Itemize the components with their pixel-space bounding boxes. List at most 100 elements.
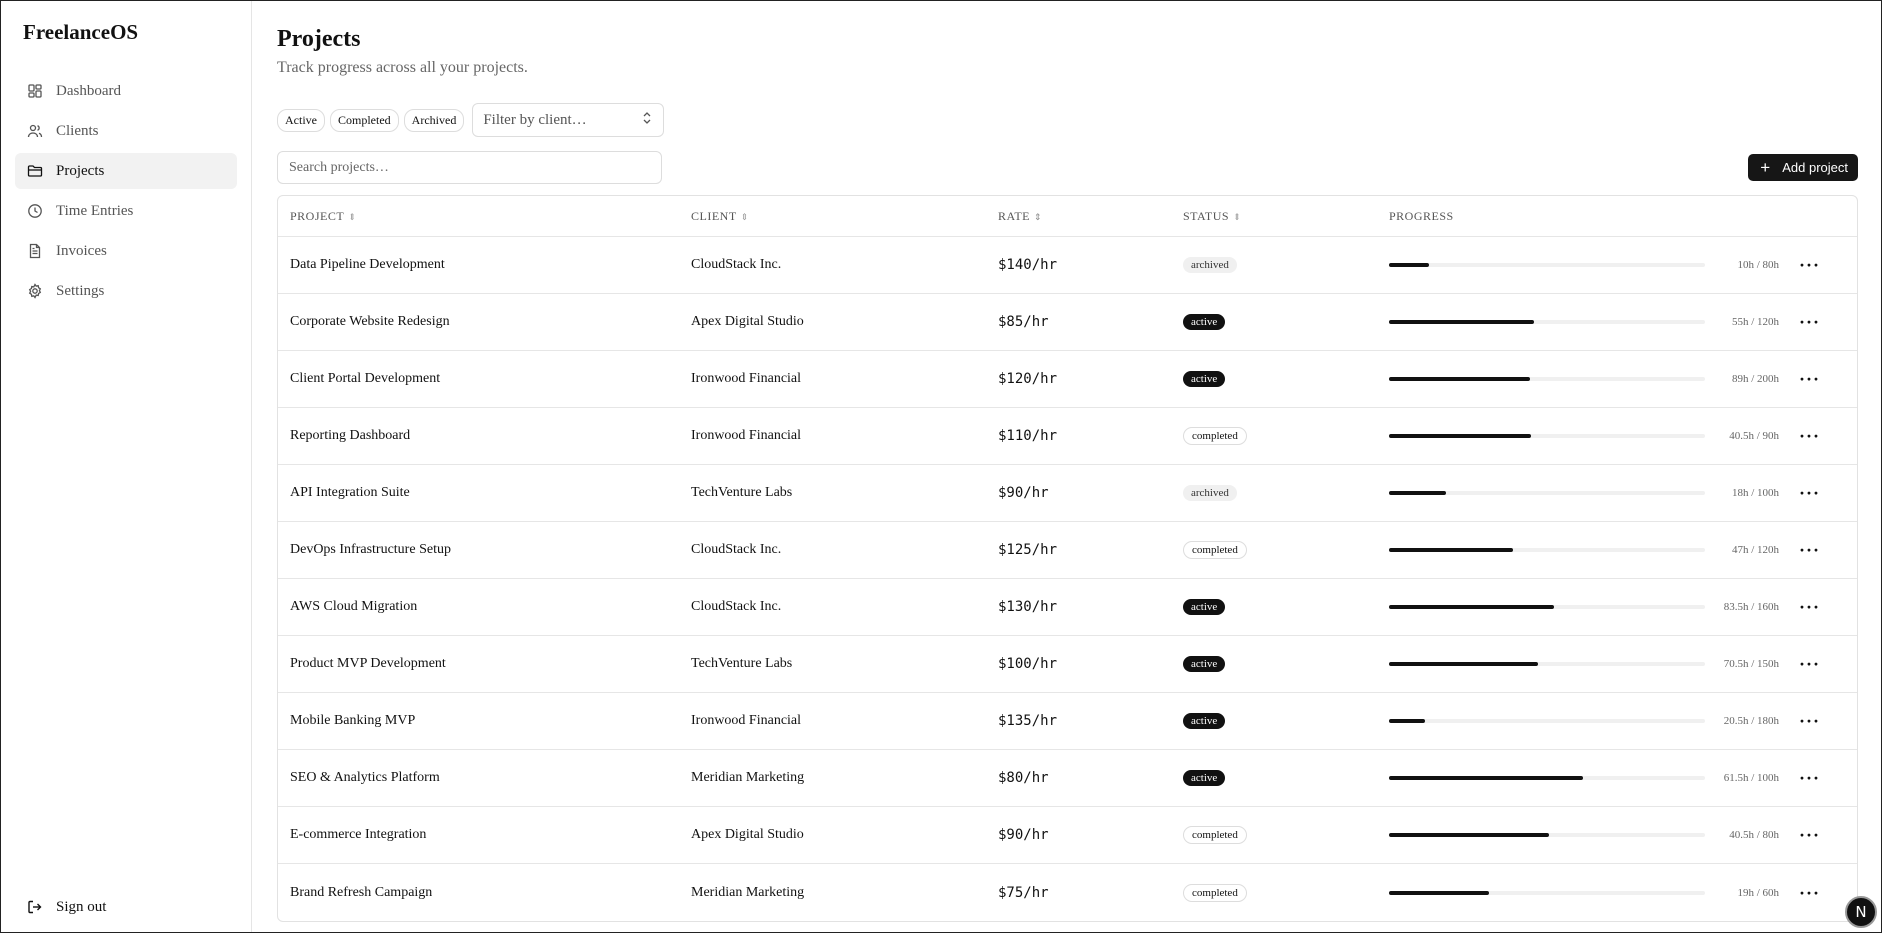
table-row[interactable]: API Integration Suite TechVenture Labs $90… (278, 465, 1857, 522)
progress-bar (1389, 662, 1705, 666)
status-badge: archived (1183, 257, 1237, 273)
sort-icon: ⇕ (348, 211, 357, 222)
client-name: Ironwood Financial (691, 713, 802, 728)
table-row[interactable]: Data Pipeline Development CloudStack Inc.… (278, 237, 1857, 294)
table-row[interactable]: Mobile Banking MVP Ironwood Financial $135… (278, 693, 1857, 750)
more-icon[interactable]: ··· (1779, 826, 1820, 844)
hours-text: 47h / 120h (1731, 544, 1779, 556)
progress-cell: 55h / 120h (1389, 316, 1779, 328)
add-project-label: Add project (1782, 160, 1848, 175)
status-cell: completed (1183, 541, 1389, 559)
table-row[interactable]: Brand Refresh Campaign Meridian Marketing… (278, 864, 1857, 921)
sidebar-item-invoices[interactable]: Invoices (15, 233, 237, 269)
progress-fill (1389, 377, 1530, 381)
more-icon[interactable]: ··· (1779, 598, 1820, 616)
row-actions: ··· (1779, 427, 1839, 445)
hours-text: 55h / 120h (1731, 316, 1779, 328)
client-name: Meridian Marketing (691, 770, 805, 785)
progress-cell: 89h / 200h (1389, 373, 1779, 385)
rate-value: $120/hr (998, 371, 1058, 387)
page-title: Projects (277, 26, 361, 52)
status-cell: completed (1183, 883, 1389, 902)
row-actions: ··· (1779, 769, 1839, 787)
status-badge: completed (1183, 427, 1247, 445)
project-name: Brand Refresh Campaign (290, 884, 433, 900)
more-icon[interactable]: ··· (1779, 427, 1820, 445)
hours-text: 83.5h / 160h (1723, 601, 1779, 613)
more-icon[interactable]: ··· (1779, 313, 1820, 331)
progress-bar (1389, 605, 1705, 609)
filter-chip-active[interactable]: Active (277, 108, 325, 132)
progress-cell: 20.5h / 180h (1389, 715, 1779, 727)
more-icon[interactable]: ··· (1779, 712, 1820, 730)
status-badge: completed (1183, 883, 1247, 902)
client-name: Ironwood Financial (691, 371, 802, 386)
status-cell: active (1183, 314, 1389, 330)
column-header-label: CLIENT (691, 208, 737, 223)
search-input[interactable] (277, 151, 662, 184)
chevron-updown-icon (641, 111, 653, 130)
progress-cell: 19h / 60h (1389, 887, 1779, 899)
client-name: Apex Digital Studio (691, 827, 804, 842)
more-icon[interactable]: ··· (1779, 655, 1820, 673)
column-header-rate[interactable]: RATE ⇕ (998, 209, 1183, 224)
more-icon[interactable]: ··· (1779, 256, 1820, 274)
filter-chip-completed[interactable]: Completed (330, 108, 399, 132)
table-row[interactable]: SEO & Analytics Platform Meridian Marketi… (278, 750, 1857, 807)
rate-value: $125/hr (998, 542, 1058, 558)
client-filter-select[interactable]: Filter by client… (472, 103, 665, 137)
column-header-project[interactable]: PROJECT ⇕ (278, 209, 691, 224)
status-badge: active (1183, 371, 1226, 387)
sidebar-item-dashboard[interactable]: Dashboard (15, 73, 237, 109)
table-row[interactable]: AWS Cloud Migration CloudStack Inc. $130/h… (278, 579, 1857, 636)
row-actions: ··· (1779, 655, 1839, 673)
status-cell: active (1183, 713, 1389, 729)
column-header-client[interactable]: CLIENT ⇕ (691, 209, 998, 224)
progress-bar (1389, 434, 1705, 438)
rate-value: $90/hr (998, 827, 1049, 843)
sidebar-item-settings[interactable]: Settings (15, 273, 237, 309)
table-row[interactable]: Reporting Dashboard Ironwood Financial $11… (278, 408, 1857, 465)
more-icon[interactable]: ··· (1779, 769, 1820, 787)
status-badge: active (1183, 314, 1226, 330)
rate-value: $130/hr (998, 599, 1058, 615)
project-name: DevOps Infrastructure Setup (290, 542, 451, 557)
table-row[interactable]: Client Portal Development Ironwood Financ… (278, 351, 1857, 408)
row-actions: ··· (1779, 484, 1839, 502)
more-icon[interactable]: ··· (1779, 484, 1820, 502)
rate-value: $80/hr (998, 770, 1049, 786)
avatar-button[interactable]: N (1845, 896, 1877, 928)
table-row[interactable]: E-commerce Integration Apex Digital Studi… (278, 807, 1857, 864)
rate-value: $135/hr (998, 713, 1058, 729)
client-name: CloudStack Inc. (691, 542, 782, 557)
app-window: FreelanceOS Dashboard Clients Projects T… (0, 0, 1882, 933)
column-header-progress: PROGRESS (1389, 209, 1779, 224)
status-badge: active (1183, 656, 1226, 672)
sidebar-item-projects[interactable]: Projects (15, 153, 237, 189)
progress-fill (1389, 320, 1534, 324)
filter-chip-archived[interactable]: Archived (403, 108, 465, 132)
table-body: Data Pipeline Development CloudStack Inc.… (278, 237, 1857, 921)
more-icon[interactable]: ··· (1779, 884, 1820, 902)
progress-fill (1389, 833, 1549, 837)
more-icon[interactable]: ··· (1779, 541, 1820, 559)
column-header-status[interactable]: STATUS ⇕ (1183, 209, 1389, 224)
status-cell: active (1183, 770, 1389, 786)
progress-bar (1389, 833, 1705, 837)
add-project-button[interactable]: + Add project (1748, 154, 1858, 181)
client-name: Ironwood Financial (691, 428, 802, 443)
table-row[interactable]: Corporate Website Redesign Apex Digital S… (278, 294, 1857, 351)
table-row[interactable]: DevOps Infrastructure Setup CloudStack In… (278, 522, 1857, 579)
progress-fill (1389, 548, 1513, 552)
more-icon[interactable]: ··· (1779, 370, 1820, 388)
sidebar-item-clients[interactable]: Clients (15, 113, 237, 149)
table-row[interactable]: Product MVP Development TechVenture Labs $… (278, 636, 1857, 693)
hours-text: 20.5h / 180h (1723, 715, 1779, 727)
rate-value: $90/hr (998, 485, 1049, 501)
sign-out-button[interactable]: Sign out (15, 892, 118, 922)
sidebar-item-time-entries[interactable]: Time Entries (15, 193, 237, 229)
file-icon (27, 243, 43, 259)
rate-value: $85/hr (998, 314, 1049, 330)
project-name: Data Pipeline Development (290, 257, 445, 272)
client-name: Apex Digital Studio (691, 314, 804, 329)
